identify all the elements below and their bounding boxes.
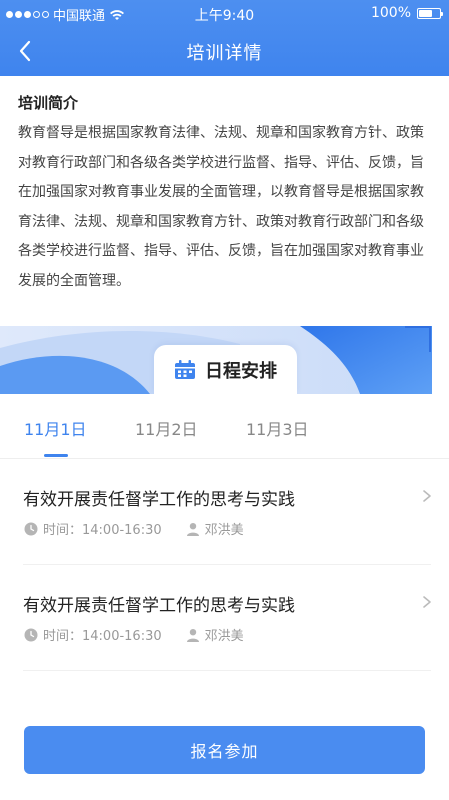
date-tabs: 11月1日 11月2日 11月3日 [0, 394, 449, 458]
tab-date-1[interactable]: 11月1日 [24, 416, 87, 440]
item-divider [23, 670, 431, 671]
training-intro: 培训简介 教育督导是根据国家教育法律、法规、规章和国家教育方针、政策对教育行政部… [18, 92, 433, 296]
status-right: 100% [370, 5, 443, 21]
schedule-item-person: 邓洪美 [204, 629, 244, 644]
schedule-item-title: 有效开展责任督学工作的思考与实践 [23, 490, 295, 510]
schedule-item-meta: 时间：14:00-16:30 邓洪美 [24, 519, 244, 538]
battery-percent: 100% [370, 5, 411, 21]
chevron-right-icon [423, 596, 431, 608]
schedule-item-time: 时间：14:00-16:30 [43, 629, 162, 644]
schedule-item-person: 邓洪美 [204, 523, 244, 538]
active-tab-indicator [44, 454, 68, 457]
schedule-item-title: 有效开展责任督学工作的思考与实践 [23, 596, 295, 616]
schedule-item[interactable]: 有效开展责任督学工作的思考与实践 时间：14:00-16:30 邓洪美 [0, 459, 449, 565]
clock-icon [24, 628, 38, 641]
signup-button[interactable]: 报名参加 [24, 726, 425, 774]
intro-text: 教育督导是根据国家教育法律、法规、规章和国家教育方针、政策对教育行政部门和各级各… [18, 125, 424, 289]
schedule-item-meta: 时间：14:00-16:30 邓洪美 [24, 625, 244, 644]
top-bar: 中国联通 上午9:40 100% 培训详情 [0, 0, 449, 76]
battery-icon [417, 7, 443, 19]
schedule-header: 日程安排 [154, 345, 297, 394]
chevron-right-icon [423, 490, 431, 502]
schedule-title: 日程安排 [205, 360, 277, 382]
intro-title: 培训简介 [18, 94, 79, 112]
tab-date-2[interactable]: 11月2日 [135, 416, 198, 440]
schedule-item-time: 时间：14:00-16:30 [43, 523, 162, 538]
status-bar: 中国联通 上午9:40 100% [0, 0, 449, 26]
person-icon [186, 628, 199, 642]
tab-date-3[interactable]: 11月3日 [246, 416, 309, 440]
person-icon [186, 522, 199, 536]
clock-icon [24, 522, 38, 535]
page-title: 培训详情 [186, 43, 263, 64]
schedule-item[interactable]: 有效开展责任督学工作的思考与实践 时间：14:00-16:30 邓洪美 [0, 565, 449, 671]
calendar-icon [175, 359, 195, 379]
nav-bar: 培训详情 [0, 26, 449, 76]
banner-corner-mark [405, 326, 431, 352]
